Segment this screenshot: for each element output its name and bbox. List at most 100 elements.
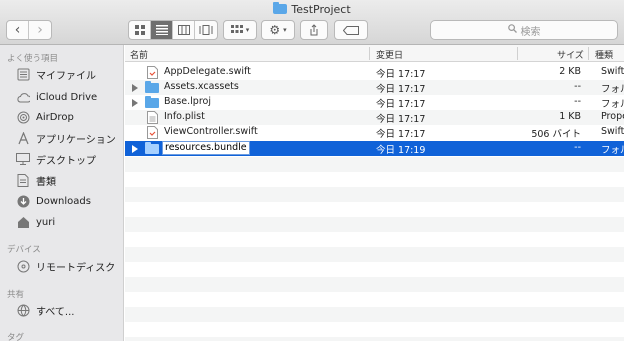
- file-kind: フォル: [601, 99, 624, 110]
- disclosure-triangle-icon[interactable]: [132, 99, 138, 107]
- column-header-modified[interactable]: 変更日: [376, 48, 403, 61]
- file-size: --: [574, 142, 581, 153]
- column-divider[interactable]: [588, 47, 589, 60]
- share-button[interactable]: [300, 20, 328, 40]
- file-name: Info.plist: [164, 111, 205, 122]
- file-modified: 今日 17:17: [376, 114, 426, 125]
- search-icon: [507, 24, 517, 36]
- column-header: 名前 変更日 サイズ 種類: [125, 45, 624, 62]
- sidebar-heading-favorites: よく使う項目: [7, 54, 59, 64]
- column-header-kind[interactable]: 種類: [595, 48, 613, 61]
- column-divider[interactable]: [517, 47, 518, 60]
- empty-row: [125, 187, 624, 202]
- view-mode-control: [128, 20, 218, 40]
- empty-row: [125, 307, 624, 322]
- nav-buttons: ‹ ›: [6, 20, 52, 40]
- file-modified: 今日 17:17: [376, 99, 426, 110]
- file-modified: 今日 17:19: [376, 145, 426, 156]
- search-field[interactable]: 検索: [430, 20, 618, 40]
- desktop-icon: [16, 152, 30, 166]
- sidebar-item-all-files[interactable]: マイファイル: [16, 65, 96, 83]
- search-placeholder: 検索: [520, 26, 541, 38]
- file-size: 2 KB: [559, 66, 581, 77]
- icon-view-button[interactable]: [129, 21, 151, 39]
- gear-icon: ⚙: [269, 23, 281, 37]
- tag-icon: [343, 25, 359, 35]
- sidebar-item-all-shared[interactable]: すべて...: [16, 301, 74, 319]
- file-kind: Swift: [601, 66, 624, 77]
- sidebar-item-applications[interactable]: アプリケーション: [16, 129, 116, 147]
- window-title: TestProject: [0, 2, 624, 16]
- column-view-button[interactable]: [173, 21, 195, 39]
- folder-icon: [273, 2, 288, 14]
- sidebar-item-desktop[interactable]: デスクトップ: [16, 150, 96, 168]
- coverflow-view-button[interactable]: [195, 21, 217, 39]
- home-icon: [16, 215, 30, 229]
- file-row[interactable]: Assets.xcassets 今日 17:17 -- フォル: [125, 80, 624, 95]
- file-row[interactable]: Info.plist 今日 17:17 1 KB Prope: [125, 110, 624, 125]
- sidebar-item-downloads[interactable]: Downloads: [16, 192, 91, 210]
- arrange-button[interactable]: ▾: [223, 20, 257, 40]
- empty-row: [125, 277, 624, 292]
- forward-button[interactable]: ›: [29, 21, 51, 39]
- folder-icon: [145, 142, 159, 154]
- sidebar-heading-tags: タグ: [7, 333, 25, 341]
- column-header-name[interactable]: 名前: [130, 48, 148, 61]
- file-row[interactable]: AppDelegate.swift 今日 17:17 2 KB Swift: [125, 65, 624, 80]
- file-list: 名前 変更日 サイズ 種類 AppDelegate.swift 今日 17:17…: [125, 45, 624, 341]
- all-files-icon: [16, 67, 30, 81]
- file-kind: フォル: [601, 145, 624, 156]
- documents-icon: [16, 173, 30, 187]
- tag-button[interactable]: [334, 20, 368, 40]
- network-icon: [16, 303, 30, 317]
- file-kind: Swift: [601, 126, 624, 137]
- sidebar-item-documents[interactable]: 書類: [16, 171, 56, 189]
- icon-view-icon: [134, 25, 145, 35]
- file-size: 1 KB: [559, 111, 581, 122]
- rename-field[interactable]: resources.bundle: [162, 141, 250, 155]
- empty-row: [125, 157, 624, 172]
- column-view-icon: [177, 25, 190, 35]
- arrange-icon: [230, 25, 243, 33]
- file-size: --: [574, 96, 581, 107]
- coverflow-icon: [199, 25, 213, 35]
- sidebar-item-remote-disc[interactable]: リモートディスク: [16, 257, 115, 275]
- sidebar-item-icloud[interactable]: iCloud Drive: [16, 88, 97, 106]
- folder-icon: [145, 96, 159, 108]
- folder-icon: [145, 81, 159, 93]
- cloud-icon: [16, 90, 30, 104]
- file-name: ViewController.swift: [164, 126, 258, 137]
- sidebar-heading-shared: 共有: [7, 290, 25, 300]
- share-icon: [310, 24, 318, 36]
- file-kind: Prope: [601, 111, 624, 122]
- file-name: Assets.xcassets: [164, 81, 239, 92]
- back-button[interactable]: ‹: [7, 21, 29, 39]
- file-row[interactable]: ViewController.swift 今日 17:17 506 バイト Sw…: [125, 125, 624, 140]
- file-kind: フォル: [601, 84, 624, 95]
- sidebar-item-home[interactable]: yuri: [16, 213, 55, 231]
- applications-icon: [16, 131, 30, 145]
- sidebar-item-airdrop[interactable]: AirDrop: [16, 108, 74, 126]
- file-modified: 今日 17:17: [376, 69, 426, 80]
- list-view-icon: [155, 25, 168, 35]
- swift-file-icon: [147, 126, 158, 139]
- action-button[interactable]: ⚙ ▾: [261, 20, 295, 40]
- column-divider[interactable]: [369, 47, 370, 60]
- disclosure-triangle-icon[interactable]: [132, 145, 138, 153]
- file-row[interactable]: Base.lproj 今日 17:17 -- フォル: [125, 95, 624, 110]
- column-header-size[interactable]: サイズ: [557, 48, 584, 61]
- empty-row: [125, 247, 624, 262]
- disclosure-triangle-icon[interactable]: [132, 84, 138, 92]
- airdrop-icon: [16, 110, 30, 124]
- list-view-button[interactable]: [151, 21, 173, 39]
- file-name: Base.lproj: [164, 96, 211, 107]
- file-modified: 今日 17:17: [376, 84, 426, 95]
- chevron-down-icon: ▾: [245, 26, 250, 34]
- disc-icon: [16, 259, 30, 273]
- chevron-down-icon: ▾: [283, 26, 287, 34]
- file-size: 506 バイト: [531, 129, 581, 140]
- downloads-icon: [16, 194, 30, 208]
- file-row-selected[interactable]: resources.bundle 今日 17:19 -- フォル: [125, 141, 624, 156]
- plist-file-icon: [147, 111, 158, 124]
- file-size: --: [574, 81, 581, 92]
